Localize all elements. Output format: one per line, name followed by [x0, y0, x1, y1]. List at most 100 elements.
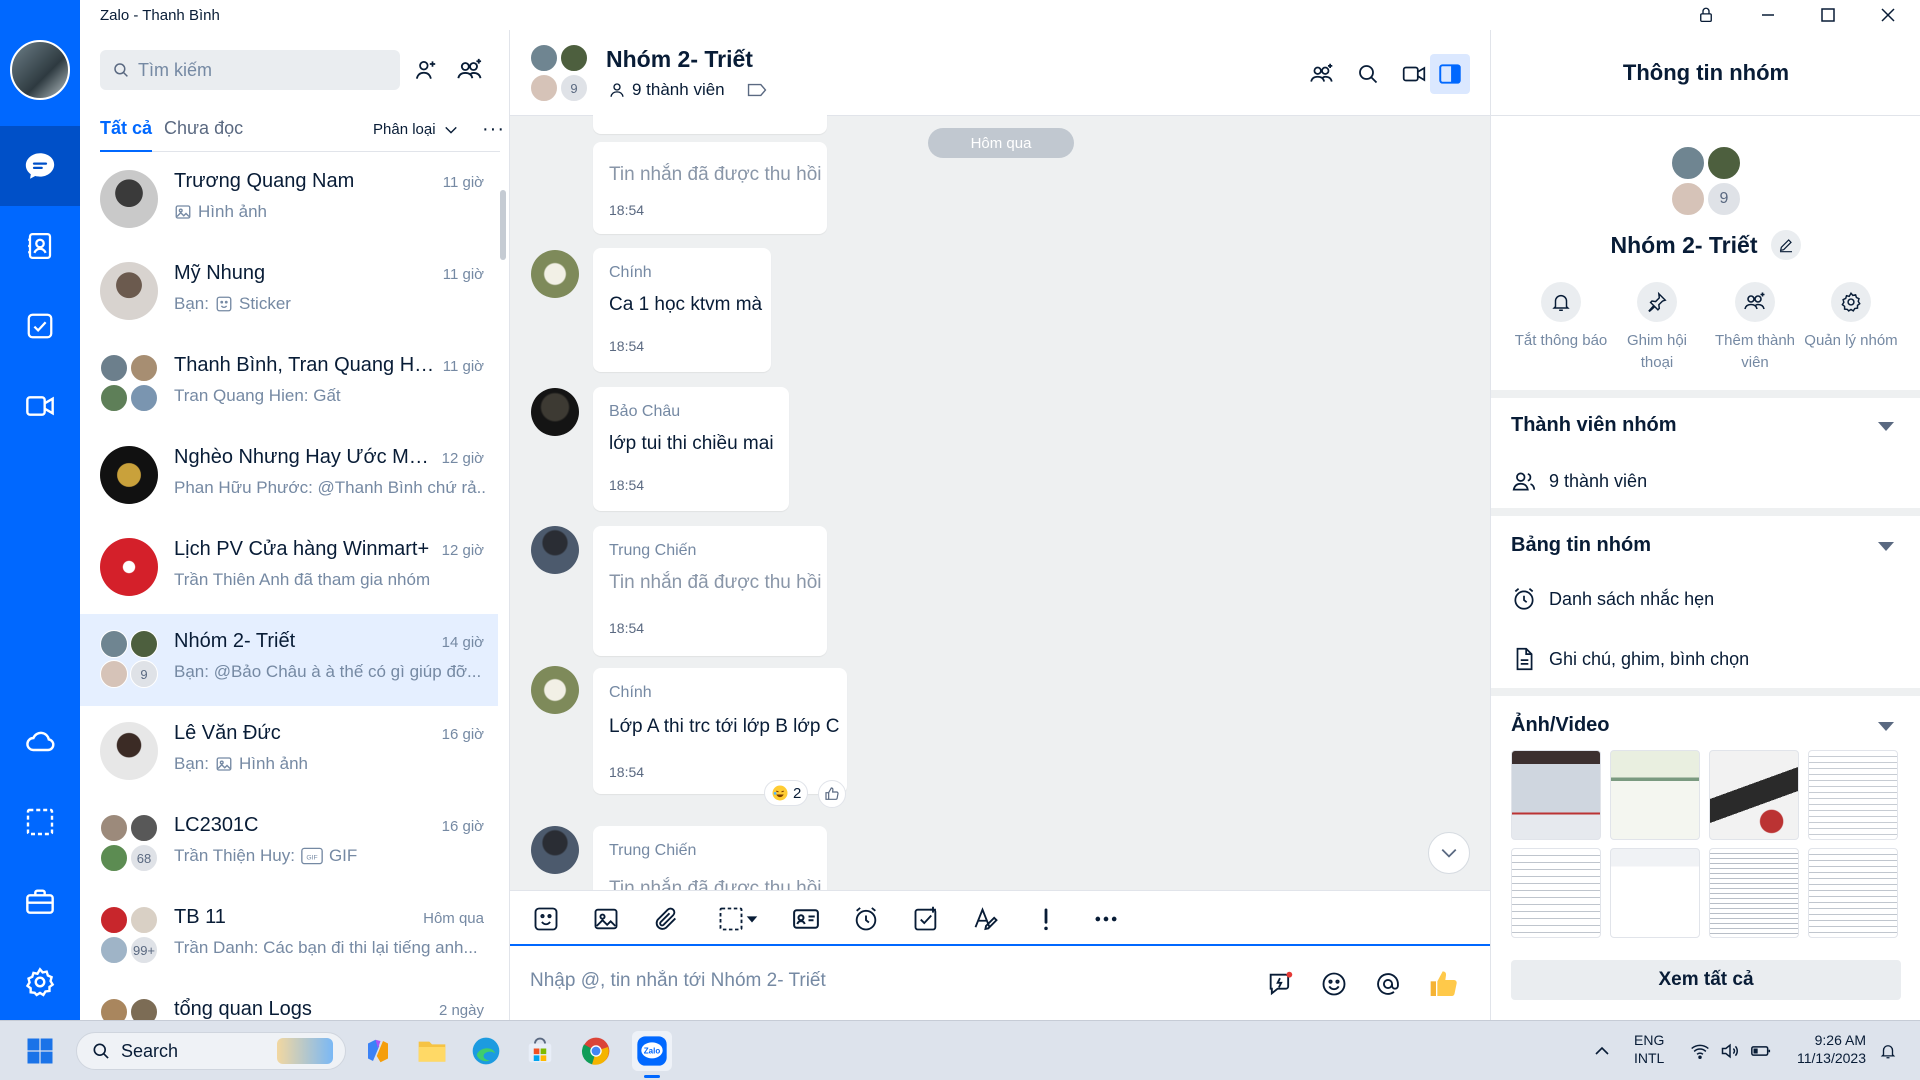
create-group-button[interactable] [454, 54, 486, 86]
notifications-button[interactable] [1868, 1031, 1908, 1071]
reminder-button[interactable] [848, 901, 884, 937]
sticker-button[interactable] [528, 901, 564, 937]
message-bubble[interactable]: Chính Lớp A thi trc tới lớp B lớp C 18:5… [593, 668, 847, 794]
input-language[interactable]: ENG INTL [1634, 1031, 1664, 1067]
copilot-app[interactable] [358, 1031, 398, 1071]
message-bubble[interactable]: Trung Chiến Tin nhắn đã được thu hồi [593, 826, 827, 890]
conversation-item[interactable]: tổng quan Logs 2 ngày [80, 982, 498, 1020]
chrome-app[interactable] [576, 1031, 616, 1071]
group-avatar[interactable]: 9 [530, 44, 590, 104]
manage-group-button[interactable]: Quản lý nhóm [1803, 282, 1899, 352]
send-like-button[interactable] [1426, 966, 1462, 1002]
video-call-button[interactable] [1394, 54, 1434, 94]
user-avatar[interactable] [10, 40, 70, 100]
show-hidden-icons-button[interactable] [1582, 1031, 1622, 1071]
messages-nav-button[interactable] [0, 126, 80, 206]
edit-name-button[interactable] [1771, 230, 1802, 260]
minimize-button[interactable] [1740, 0, 1796, 30]
media-thumbnail[interactable] [1610, 848, 1700, 938]
sender-avatar[interactable] [531, 526, 579, 574]
conversation-item[interactable]: Lê Văn Đức 16 giờ Bạn: Hình ảnh [80, 706, 498, 798]
collapse-board-icon[interactable] [1878, 542, 1894, 551]
conversation-item[interactable]: Lịch PV Cửa hàng Winmart+ 12 giờ Trần Th… [80, 522, 498, 614]
members-section-title[interactable]: Thành viên nhóm [1511, 414, 1677, 437]
assign-task-button[interactable] [908, 901, 944, 937]
toggle-info-panel-button[interactable] [1430, 54, 1470, 94]
mention-button[interactable] [1370, 966, 1406, 1002]
system-status-button[interactable] [1686, 1031, 1776, 1071]
settings-nav-button[interactable] [0, 942, 80, 1022]
video-call-nav-button[interactable] [0, 366, 80, 446]
zalo-app[interactable]: Zalo [632, 1031, 672, 1071]
maximize-button[interactable] [1800, 0, 1856, 30]
scroll-to-bottom-button[interactable] [1428, 832, 1470, 874]
board-section-title[interactable]: Bảng tin nhóm [1511, 534, 1651, 557]
mute-notifications-button[interactable]: Tắt thông báo [1513, 282, 1609, 352]
send-image-button[interactable] [588, 901, 624, 937]
conversation-scrollbar[interactable] [500, 190, 506, 260]
conversation-item[interactable]: 99+ TB 11 Hôm qua Trần Danh: Các bạn đi … [80, 890, 498, 982]
media-thumbnail[interactable] [1610, 750, 1700, 840]
media-thumbnail[interactable] [1808, 848, 1898, 938]
conversation-item[interactable]: Thanh Bình, Tran Quang Hie... 11 giờ Tra… [80, 338, 498, 430]
message-input[interactable] [530, 970, 1230, 992]
edge-app[interactable] [466, 1031, 506, 1071]
conversation-item[interactable]: Mỹ Nhung 11 giờ Bạn: Sticker [80, 246, 498, 338]
contacts-nav-button[interactable] [0, 206, 80, 286]
conversation-item-active[interactable]: 9 Nhóm 2- Triết 14 giờ Bạn: @Bảo Châu à … [80, 614, 498, 706]
cloud-nav-button[interactable] [0, 702, 80, 782]
file-explorer-app[interactable] [412, 1031, 452, 1071]
media-section-title[interactable]: Ảnh/Video [1511, 714, 1610, 737]
media-thumbnail[interactable] [1709, 750, 1799, 840]
microsoft-store-app[interactable] [520, 1031, 560, 1071]
sender-avatar[interactable] [531, 388, 579, 436]
notes-row[interactable]: Ghi chú, ghim, bình chọn [1511, 646, 1749, 672]
taskbar-search[interactable]: Search [76, 1032, 346, 1070]
member-count[interactable]: 9 thành viên [608, 80, 767, 100]
more-options-button[interactable]: ··· [482, 118, 505, 141]
text-format-button[interactable] [968, 901, 1004, 937]
media-thumbnail[interactable] [1511, 750, 1601, 840]
media-thumbnail[interactable] [1808, 750, 1898, 840]
conversation-item[interactable]: 68 LC2301C 16 giờ Trần Thiện Huy: GIF GI… [80, 798, 498, 890]
collapse-media-icon[interactable] [1878, 722, 1894, 731]
message-bubble[interactable]: Chính Ca 1 học ktvm mà 18:54 [593, 248, 771, 372]
send-contact-card-button[interactable] [788, 901, 824, 937]
reminders-row[interactable]: Danh sách nhắc hẹn [1511, 586, 1714, 612]
reaction-badge[interactable]: 2 [764, 780, 809, 806]
attach-file-button[interactable] [648, 901, 684, 937]
screenshot-nav-button[interactable] [0, 782, 80, 862]
quick-message-button[interactable] [1262, 966, 1298, 1002]
media-thumbnail[interactable] [1511, 848, 1601, 938]
mark-important-button[interactable] [1028, 901, 1064, 937]
conversation-item[interactable]: Trương Quang Nam 11 giờ Hình ảnh [80, 154, 498, 246]
start-button[interactable] [20, 1031, 60, 1071]
conversation-item[interactable]: Nghèo Nhưng Hay Ước Mơ ... 12 giờ Phan H… [80, 430, 498, 522]
search-input[interactable] [138, 59, 378, 81]
see-all-button[interactable]: Xem tất cả [1511, 960, 1901, 1000]
add-member-button[interactable] [1302, 54, 1342, 94]
tab-unread[interactable]: Chưa đọc [164, 118, 243, 152]
emoji-button[interactable] [1316, 966, 1352, 1002]
close-button[interactable] [1860, 0, 1916, 30]
todo-nav-button[interactable] [0, 286, 80, 366]
members-row[interactable]: 9 thành viên [1511, 468, 1647, 494]
message-bubble[interactable]: Bảo Châu lớp tui thi chiều mai 18:54 [593, 387, 789, 511]
message-bubble-partial[interactable] [593, 114, 827, 134]
media-thumbnail[interactable] [1709, 848, 1799, 938]
message-bubble[interactable]: Trung Chiến Tin nhắn đã được thu hồi 18:… [593, 526, 827, 656]
clock[interactable]: 9:26 AM 11/13/2023 [1782, 1031, 1866, 1067]
group-avatar-large[interactable]: 9 [1671, 146, 1741, 216]
search-chat-button[interactable] [1348, 54, 1388, 94]
more-tools-button[interactable] [1088, 901, 1124, 937]
sender-avatar[interactable] [531, 666, 579, 714]
message-bubble[interactable]: Tin nhắn đã được thu hồi 18:54 [593, 142, 827, 234]
lock-button[interactable] [1678, 0, 1734, 30]
tab-all[interactable]: Tất cả [100, 118, 153, 152]
collapse-members-icon[interactable] [1878, 422, 1894, 431]
add-member-panel-button[interactable]: Thêm thành viên [1707, 282, 1803, 374]
add-friend-button[interactable] [410, 54, 442, 86]
sender-avatar[interactable] [531, 250, 579, 298]
search-box[interactable] [100, 50, 400, 90]
screenshot-button[interactable] [708, 901, 768, 937]
